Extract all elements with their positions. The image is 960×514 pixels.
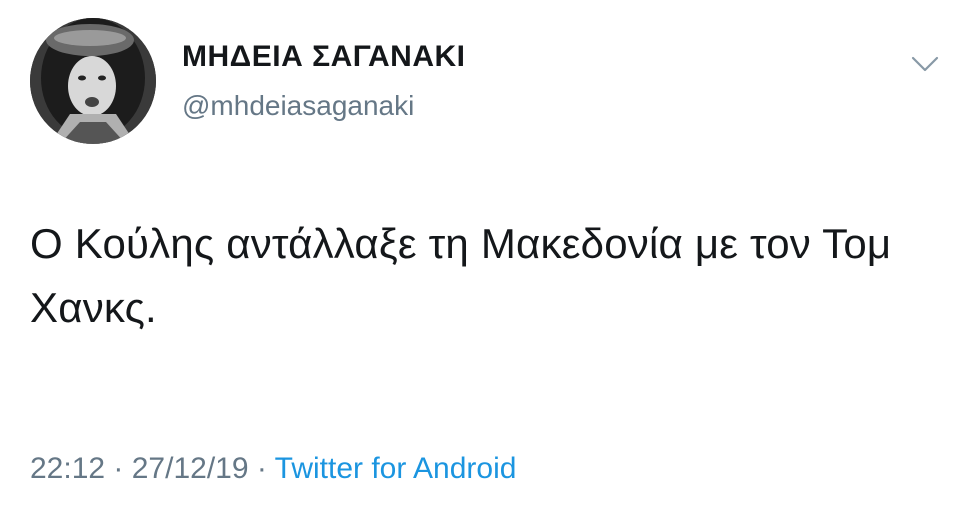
tweet-card: ΜΗΔΕΙΑ ΣΑΓΑΝΑΚΙ @mhdeiasaganaki Ο Κούλης… <box>0 0 960 514</box>
chevron-down-icon[interactable] <box>908 52 942 76</box>
profile-photo-icon <box>30 18 156 144</box>
tweet-text: Ο Κούλης αντάλλαξε τη Μακεδονία με τον Τ… <box>30 220 892 331</box>
tweet-meta: 22:12 · 27/12/19 · Twitter for Android <box>30 452 516 486</box>
author-avatar[interactable] <box>30 18 156 144</box>
tweet-date[interactable]: 27/12/19 <box>132 452 249 485</box>
author-display-name[interactable]: ΜΗΔΕΙΑ ΣΑΓΑΝΑΚΙ <box>182 40 466 74</box>
tweet-time[interactable]: 22:12 <box>30 452 105 485</box>
meta-separator: · <box>248 452 275 485</box>
tweet-source-link[interactable]: Twitter for Android <box>275 452 517 485</box>
meta-separator: · <box>105 452 132 485</box>
author-handle[interactable]: @mhdeiasaganaki <box>182 90 414 122</box>
